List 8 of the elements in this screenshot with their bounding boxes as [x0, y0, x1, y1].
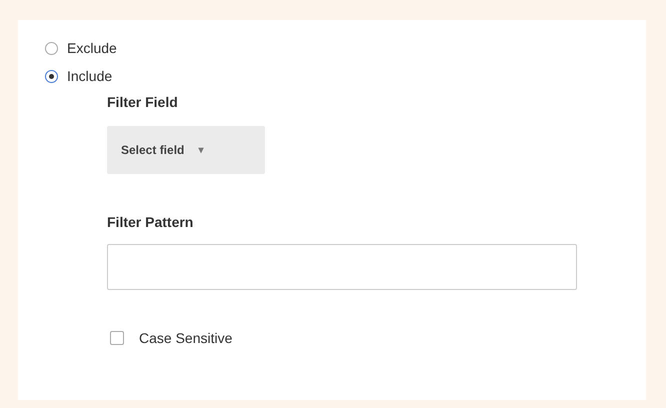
radio-option[interactable]: Exclude	[45, 34, 117, 62]
filter-field-label: Filter Field	[107, 94, 179, 110]
caret-icon: ▾	[198, 144, 204, 156]
select-field-dropdown[interactable]: Select field ▾	[107, 126, 265, 174]
radio-option[interactable]: Include	[45, 62, 112, 90]
filter-pattern-label: Filter Pattern	[107, 214, 194, 230]
case-sensitive-checkbox[interactable]: Case Sensitive	[110, 330, 232, 346]
filter-pattern-field[interactable]	[107, 244, 577, 290]
